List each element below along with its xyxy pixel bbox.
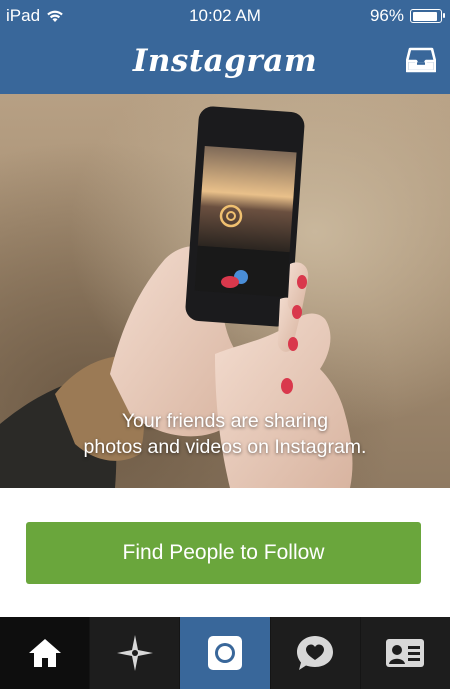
camera-icon <box>208 636 242 670</box>
hero-caption: Your friends are sharing photos and vide… <box>0 408 450 460</box>
app-logo-title: Instagram <box>132 43 318 79</box>
tab-profile[interactable] <box>361 617 450 689</box>
heart-bubble-icon <box>297 636 334 670</box>
home-icon <box>28 639 61 667</box>
hero-caption-line-1: Your friends are sharing <box>121 410 329 432</box>
battery-level <box>412 11 438 21</box>
battery-percent: 96% <box>369 6 404 25</box>
tab-activity[interactable] <box>271 617 361 689</box>
tab-home[interactable] <box>0 617 91 689</box>
status-right: 96% <box>369 6 445 26</box>
battery-icon <box>410 9 445 23</box>
inbox-button[interactable] <box>405 47 437 73</box>
tab-bar <box>0 617 450 689</box>
nav-bar: Instagram <box>0 31 450 94</box>
profile-card-icon <box>386 639 425 667</box>
tab-explore[interactable] <box>90 617 181 689</box>
status-bar: iPad 10:02 AM 96% <box>0 0 450 31</box>
explore-star-icon <box>116 635 153 671</box>
inbox-tray-icon <box>405 47 437 73</box>
cta-area: Find People to Follow <box>0 488 450 617</box>
hero-caption-line-2: photos and videos on Instagram. <box>83 436 367 458</box>
tab-camera[interactable] <box>180 617 271 689</box>
hero-image: Your friends are sharing photos and vide… <box>0 94 450 488</box>
find-people-button[interactable]: Find People to Follow <box>26 522 421 584</box>
